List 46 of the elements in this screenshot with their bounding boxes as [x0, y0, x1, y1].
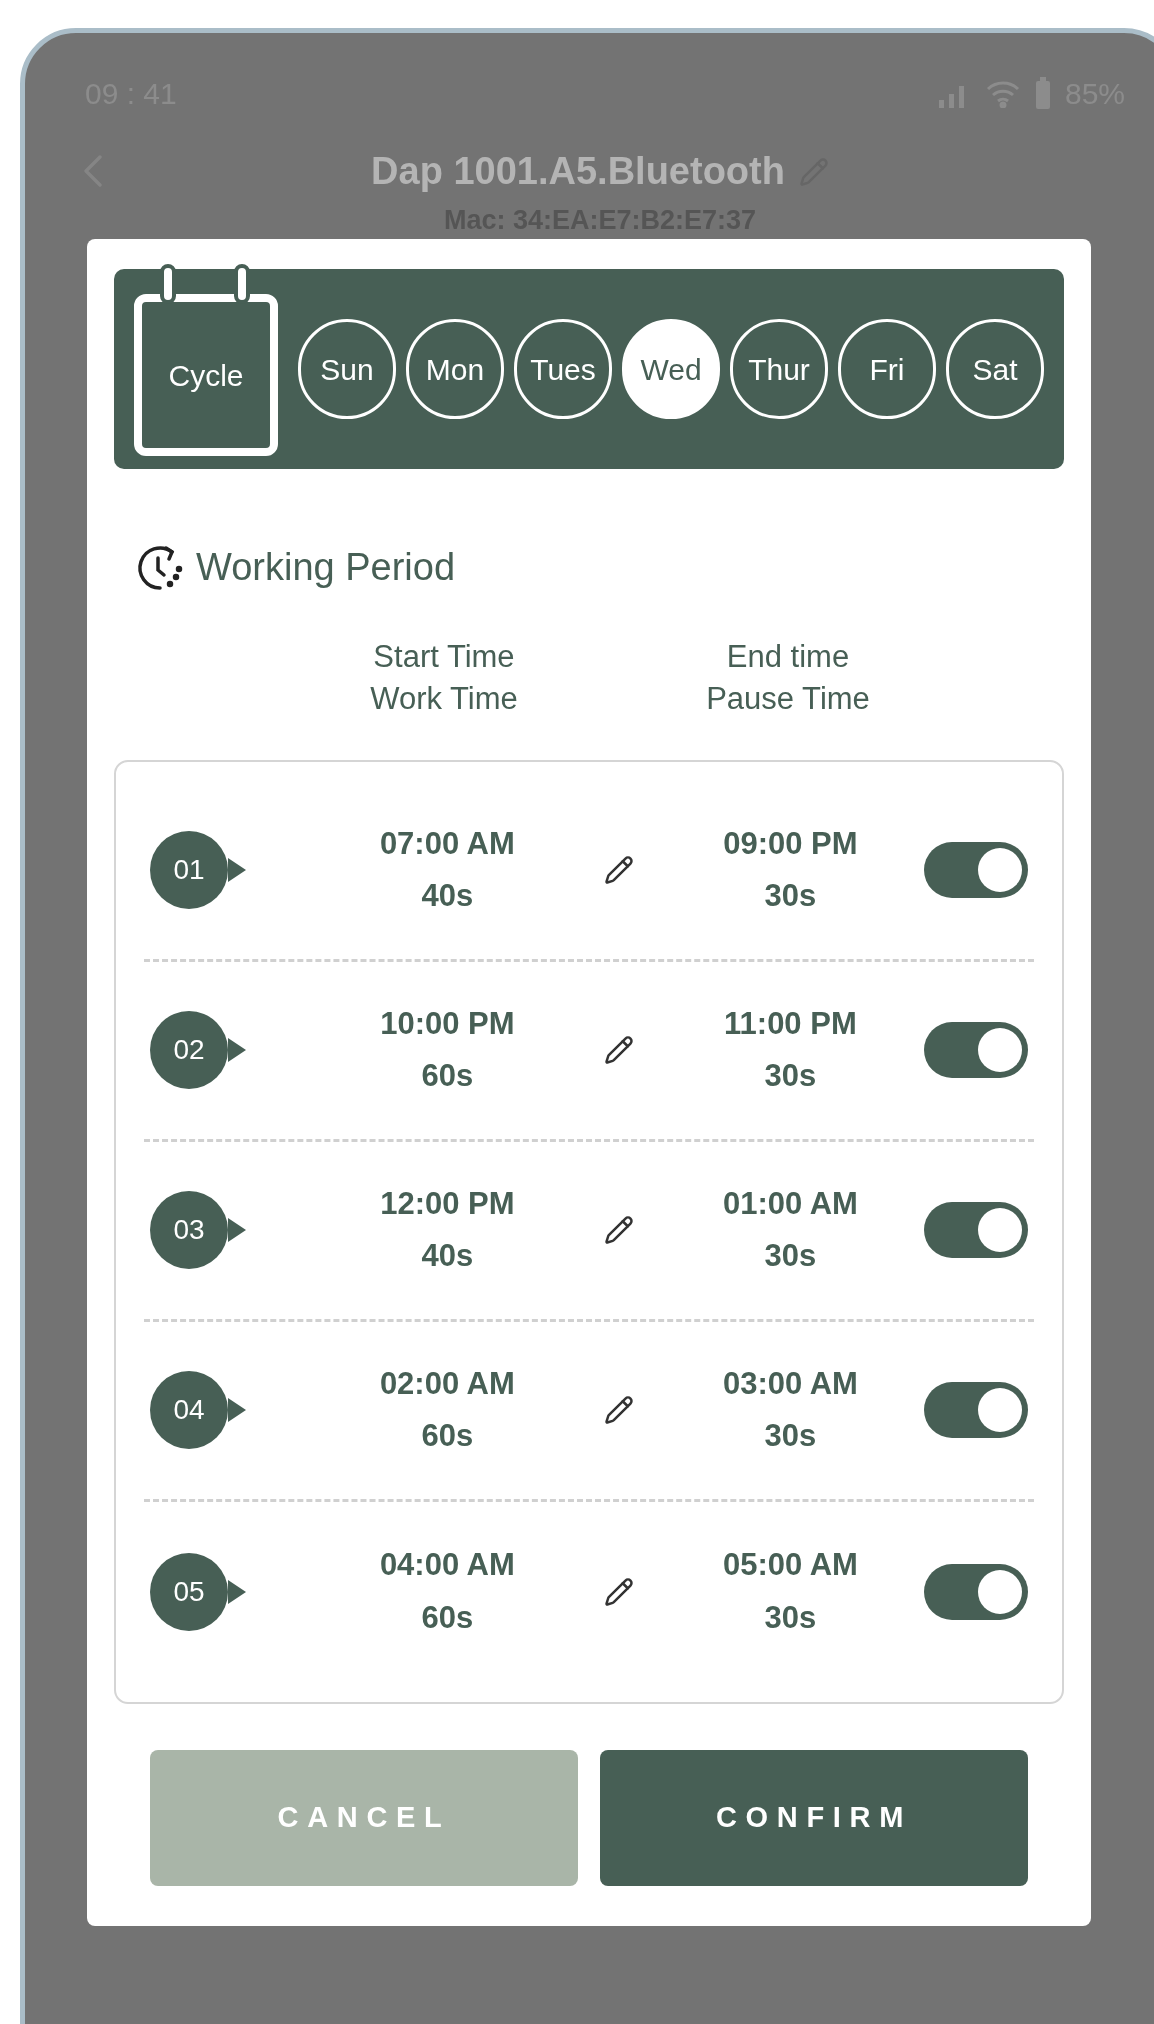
work-time: 60s [421, 1598, 474, 1637]
column-header: Work Time [370, 679, 518, 718]
day-toggle[interactable]: Wed [622, 319, 720, 419]
edit-icon[interactable] [603, 1035, 634, 1066]
pause-time: 30s [764, 1417, 817, 1456]
period-number: 04 [173, 1393, 205, 1428]
start-time: 04:00 AM [379, 1546, 515, 1584]
start-time: 10:00 PM [380, 1004, 515, 1043]
day-toggle[interactable]: Mon [406, 319, 504, 419]
period-number: 01 [173, 853, 205, 888]
day-toggle[interactable]: Tues [514, 319, 612, 419]
period-number: 05 [173, 1574, 205, 1609]
period-number: 02 [173, 1033, 205, 1068]
battery-icon [1034, 77, 1051, 109]
end-time: 09:00 PM [723, 824, 858, 863]
day-toggle[interactable]: Fri [838, 319, 936, 419]
edit-icon[interactable] [603, 855, 634, 886]
edit-icon[interactable] [603, 1215, 634, 1246]
work-time: 60s [421, 1057, 474, 1096]
edit-icon[interactable] [603, 1576, 634, 1607]
device-title: Dap 1001.A5.Bluetooth [371, 149, 785, 194]
day-toggle[interactable]: Sat [946, 319, 1044, 419]
day-toggle[interactable]: Sun [298, 319, 396, 419]
end-time: 03:00 AM [722, 1364, 858, 1403]
period-number: 03 [173, 1213, 205, 1248]
pause-time: 30s [764, 1057, 817, 1096]
pause-time: 30s [764, 1598, 817, 1637]
work-time: 60s [421, 1417, 474, 1456]
end-time: 11:00 PM [724, 1004, 857, 1043]
column-header: Pause Time [706, 679, 870, 718]
column-header: End time [726, 638, 850, 676]
pause-time: 30s [764, 1237, 817, 1276]
start-time: 07:00 AM [379, 824, 515, 863]
column-header: Start Time [373, 638, 515, 676]
start-time: 12:00 PM [380, 1184, 515, 1223]
day-toggle[interactable]: Thur [730, 319, 828, 419]
section-title: Working Period [196, 545, 456, 590]
cycle-label: Cycle [168, 357, 244, 394]
work-time: 40s [421, 877, 474, 916]
start-time: 02:00 AM [379, 1364, 515, 1403]
confirm-button[interactable]: CONFIRM [600, 1749, 1028, 1886]
end-time: 01:00 AM [722, 1184, 858, 1223]
end-time: 05:00 AM [722, 1546, 858, 1584]
edit-icon[interactable] [603, 1395, 634, 1426]
pause-time: 30s [764, 877, 817, 916]
work-time: 40s [421, 1237, 474, 1276]
